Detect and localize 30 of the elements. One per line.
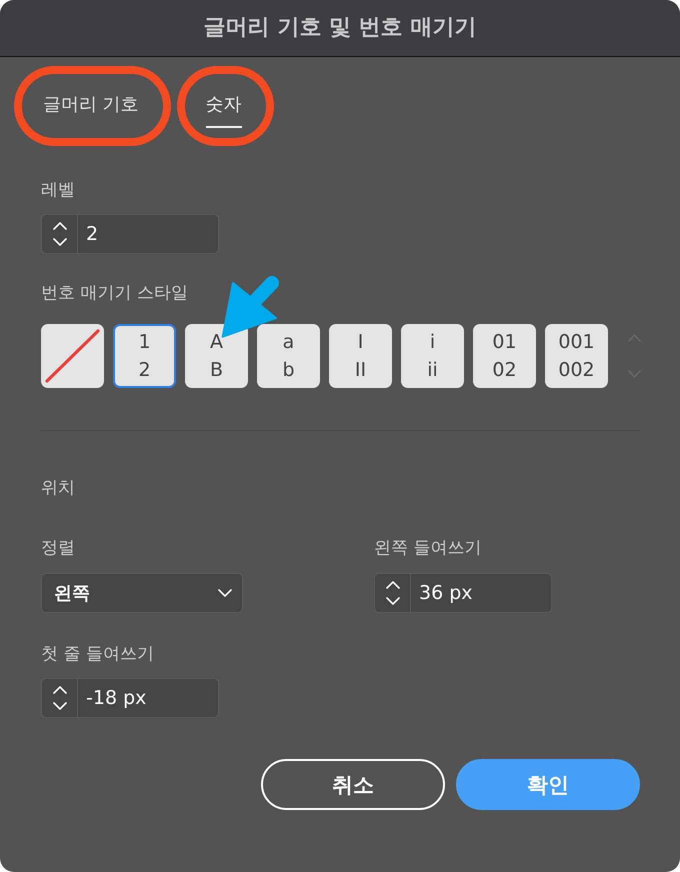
numbering-style-option[interactable]: 1 2 xyxy=(113,324,176,388)
chevron-down-icon[interactable] xyxy=(386,597,400,605)
number-stepper[interactable]: -18 px xyxy=(41,678,219,718)
cancel-button[interactable]: 취소 xyxy=(261,759,445,810)
section-heading: 위치 xyxy=(41,477,75,499)
slash-icon xyxy=(45,329,100,383)
field-label: 첫 줄 들여쓰기 xyxy=(41,643,154,665)
numbering-style-option[interactable]: a b xyxy=(257,324,320,388)
chevron-up-icon[interactable] xyxy=(386,581,400,589)
chevron-up-icon[interactable] xyxy=(52,686,66,694)
numbering-style-option[interactable]: i ii xyxy=(401,324,464,388)
tab[interactable]: 글머리 기호 xyxy=(43,93,139,128)
chevron-up-icon[interactable] xyxy=(52,222,66,230)
chevron-down-icon[interactable] xyxy=(52,238,66,246)
numbering-style-option[interactable]: 001 002 xyxy=(545,324,608,388)
dialog-title: 글머리 기호 및 번호 매기기 xyxy=(204,14,476,42)
number-stepper[interactable]: 36 px xyxy=(374,573,552,613)
number-stepper[interactable]: 2 xyxy=(41,214,219,254)
no-numbering-option[interactable] xyxy=(41,324,104,388)
numbering-style-option[interactable]: A B xyxy=(185,324,248,388)
alignment-dropdown[interactable]: 왼쪽 xyxy=(41,573,243,613)
tab[interactable]: 숫자 xyxy=(206,93,242,128)
field-label: 왼쪽 들여쓰기 xyxy=(374,537,482,559)
field-label: 정렬 xyxy=(41,537,75,559)
chevron-down-icon[interactable] xyxy=(52,702,66,710)
field-label: 번호 매기기 스타일 xyxy=(41,282,188,304)
numbering-style-option[interactable]: I II xyxy=(329,324,392,388)
chevron-down-icon[interactable] xyxy=(218,589,232,597)
numbering-style-option[interactable]: 01 02 xyxy=(473,324,536,388)
field-label: 레벨 xyxy=(41,179,75,201)
